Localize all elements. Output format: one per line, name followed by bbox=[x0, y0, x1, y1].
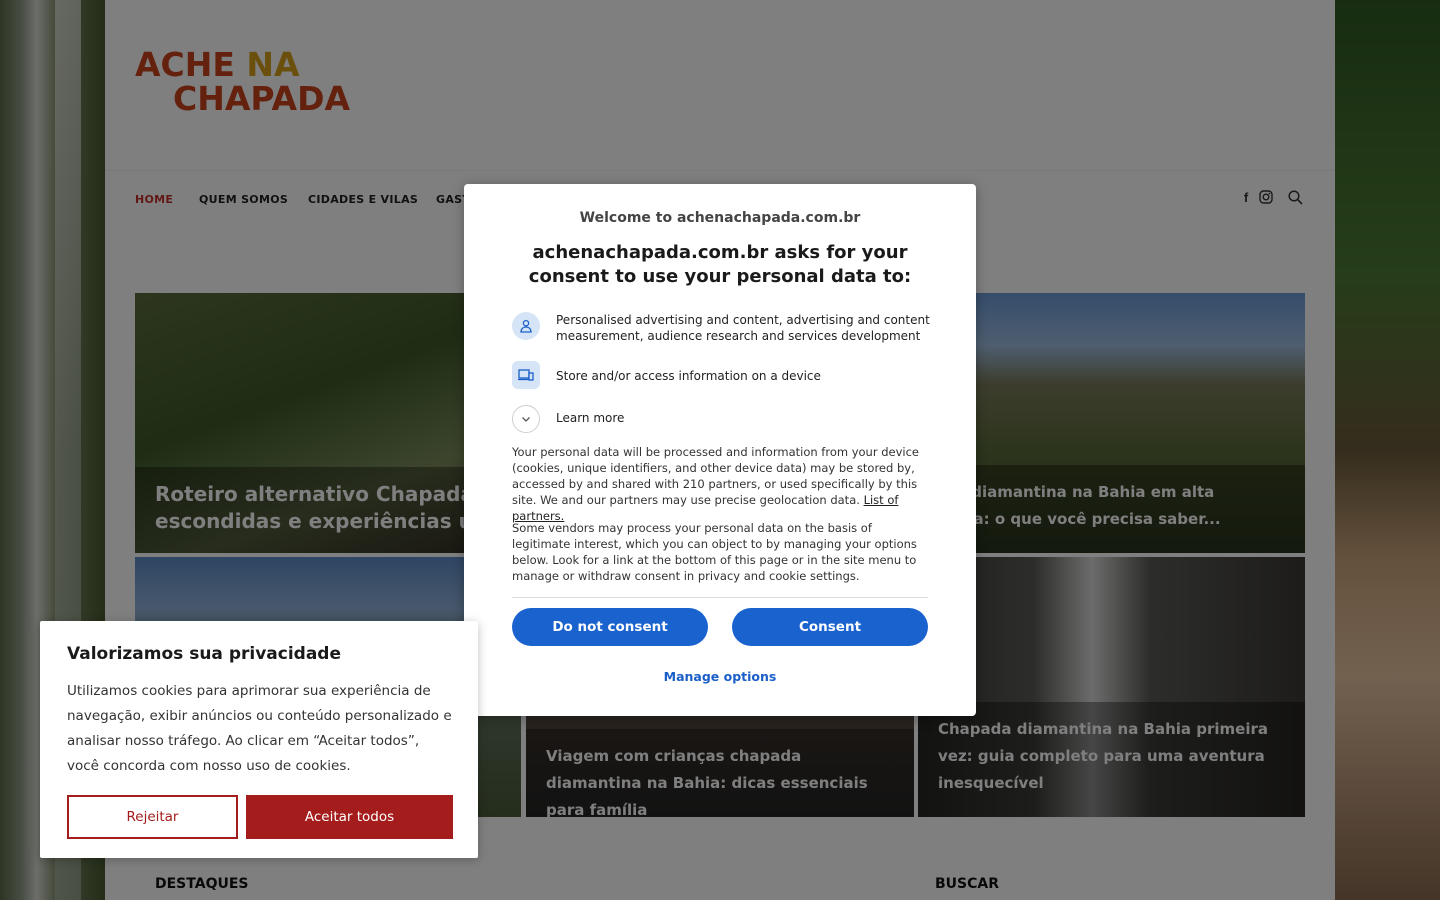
legitimate-interest-text: Some vendors may process your personal d… bbox=[512, 521, 917, 583]
consent-button[interactable]: Consent bbox=[732, 608, 928, 646]
consent-description-text: Your personal data will be processed and… bbox=[512, 445, 920, 507]
purpose-text: Personalised advertising and content, ad… bbox=[556, 313, 930, 343]
learn-more-label[interactable]: Learn more bbox=[556, 411, 624, 425]
consent-heading: achenachapada.com.br asks for your conse… bbox=[528, 242, 912, 287]
purpose-text: Store and/or access information on a dev… bbox=[556, 369, 821, 383]
consent-dialog: Welcome to achenachapada.com.br achenach… bbox=[464, 184, 976, 716]
cookie-banner-text: Utilizamos cookies para aprimorar sua ex… bbox=[67, 683, 452, 774]
cookie-banner-title: Valorizamos sua privacidade bbox=[67, 644, 342, 664]
consent-purpose-device-storage: Store and/or access information on a dev… bbox=[512, 361, 932, 389]
reject-cookies-button[interactable]: Rejeitar bbox=[67, 795, 238, 839]
accept-all-cookies-button[interactable]: Aceitar todos bbox=[246, 795, 453, 839]
consent-purpose-personalised: Personalised advertising and content, ad… bbox=[512, 312, 932, 348]
manage-options-link[interactable]: Manage options bbox=[464, 669, 976, 684]
divider bbox=[512, 597, 928, 598]
person-icon bbox=[512, 312, 540, 340]
chevron-down-icon[interactable] bbox=[512, 405, 540, 433]
consent-description: Your personal data will be processed and… bbox=[512, 444, 930, 524]
consent-welcome: Welcome to achenachapada.com.br bbox=[579, 210, 861, 226]
do-not-consent-button[interactable]: Do not consent bbox=[512, 608, 708, 646]
cookie-banner: Valorizamos sua privacidade Utilizamos c… bbox=[40, 621, 478, 858]
device-icon bbox=[512, 361, 540, 389]
